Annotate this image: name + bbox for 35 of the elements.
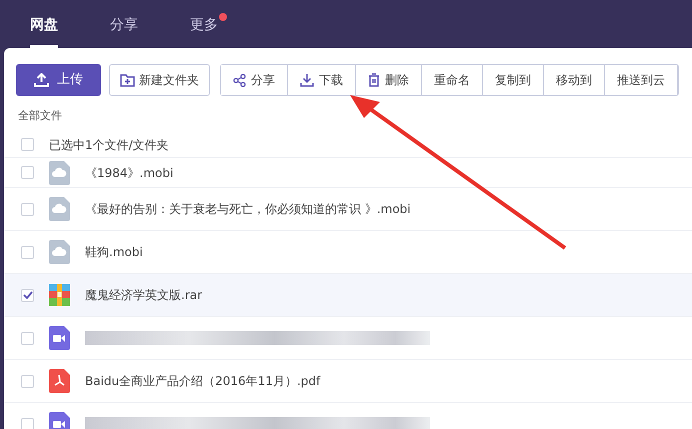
archive-icon [49, 284, 70, 306]
selection-count: 已选中1个文件/文件夹 [49, 136, 169, 154]
row-checkbox[interactable] [21, 202, 34, 216]
pdf-file-icon [49, 369, 70, 393]
row-checkbox[interactable] [21, 288, 34, 302]
file-name: 《最好的告别：关于衰老与死亡，你必须知道的常识 》.mobi [85, 201, 411, 218]
file-name: 魔鬼经济学英文版.rar [85, 287, 202, 304]
file-name: Baidu全商业产品介绍（2016年11月）.pdf [85, 373, 320, 390]
file-row[interactable]: 《最好的告别：关于衰老与死亡，你必须知道的常识 》.mobi [4, 188, 692, 231]
file-icon [49, 160, 70, 184]
file-row[interactable]: Baidu全商业产品介绍（2016年11月）.pdf [4, 360, 692, 403]
select-all-checkbox[interactable] [21, 138, 34, 151]
row-checkbox[interactable] [21, 166, 34, 179]
video-file-icon [49, 326, 70, 350]
upload-icon [34, 73, 49, 87]
row-checkbox[interactable] [21, 418, 34, 429]
folder-plus-icon [120, 74, 135, 86]
file-name: 鞋狗.mobi [85, 244, 143, 261]
file-icon [49, 197, 70, 221]
download-icon [300, 73, 314, 87]
breadcrumb[interactable]: 全部文件 [18, 109, 62, 122]
upload-button[interactable]: 上传 [16, 64, 101, 96]
row-checkbox[interactable] [21, 332, 34, 344]
row-checkbox[interactable] [21, 246, 34, 258]
tab[interactable]: 分享 [110, 9, 138, 48]
file-name: 《1984》.mobi [85, 164, 174, 182]
file-icon [49, 240, 70, 264]
toolbar-button[interactable]: 分享 [221, 65, 288, 95]
row-checkbox[interactable] [21, 374, 34, 388]
tab[interactable]: 更多 [190, 9, 218, 48]
file-row[interactable]: 魔鬼经济学英文版.rar [4, 274, 692, 317]
file-row[interactable]: 《1984》.mobi [4, 158, 692, 188]
trash-icon [368, 73, 380, 87]
new-folder-button[interactable]: 新建文件夹 [109, 64, 210, 96]
share-icon [233, 74, 246, 86]
